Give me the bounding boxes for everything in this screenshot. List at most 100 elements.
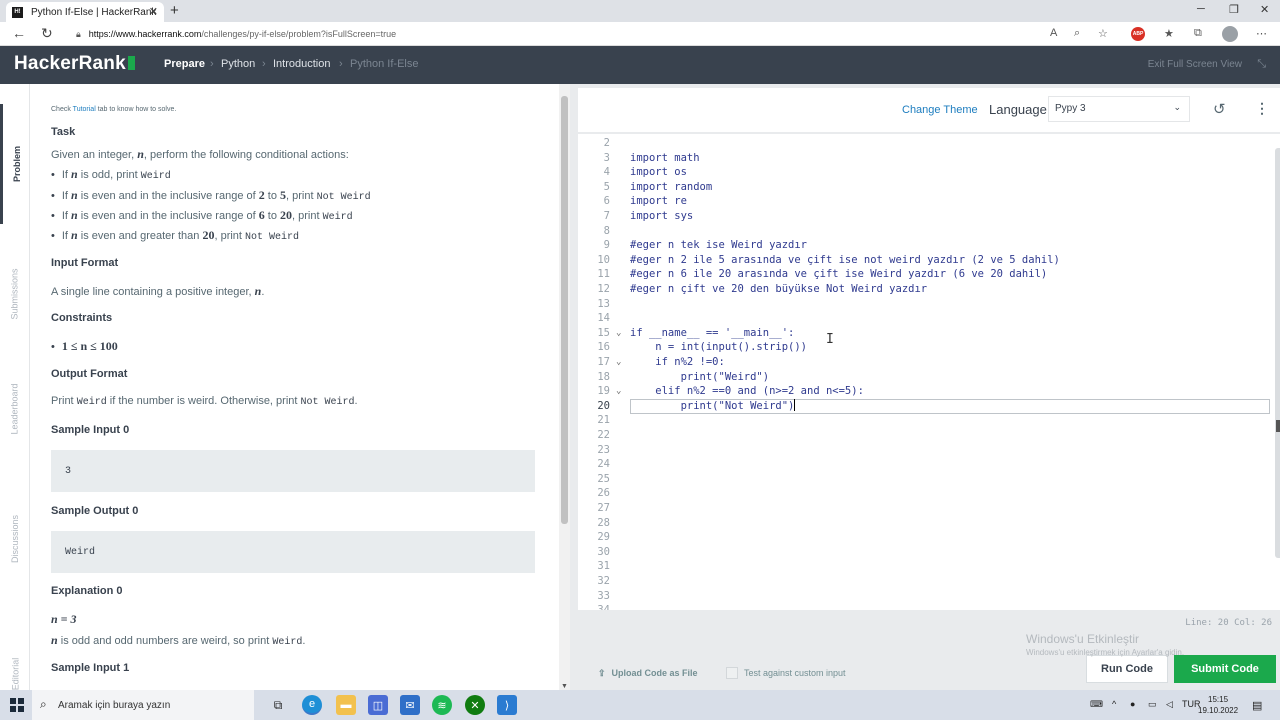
zoom-icon[interactable]: ⌕ <box>1074 27 1080 40</box>
code-line[interactable]: 13 <box>578 297 1268 312</box>
more-options-icon[interactable]: ⋮ <box>1255 100 1269 117</box>
code-line[interactable]: 21 <box>578 413 1268 428</box>
code-line[interactable]: 27 <box>578 501 1268 516</box>
breadcrumb-separator-icon: › <box>210 58 214 70</box>
history-icon[interactable]: ↺ <box>1213 100 1226 118</box>
code-line[interactable]: 31 <box>578 559 1268 574</box>
code-line[interactable]: 34 <box>578 603 1268 610</box>
window-close-icon[interactable]: ✕ <box>1260 3 1269 16</box>
code-line[interactable]: 32 <box>578 574 1268 589</box>
code-line[interactable]: 3 import math <box>578 151 1268 166</box>
profile-avatar[interactable] <box>1222 26 1238 42</box>
code-line[interactable]: 7 import sys <box>578 209 1268 224</box>
code-line[interactable]: 8 <box>578 224 1268 239</box>
code-text: #eger n 6 ile 20 arasında ve çift ise We… <box>630 268 1048 281</box>
scrollbar-thumb[interactable] <box>561 96 568 524</box>
edge-browser-icon[interactable]: e <box>302 695 322 715</box>
code-editor[interactable]: I 2 3 import math 4 import os 5 import random 6… <box>578 134 1280 610</box>
line-number: 33 <box>597 589 610 602</box>
custom-input-label[interactable]: Test against custom input <box>744 668 846 678</box>
code-line[interactable]: 2 <box>578 136 1268 151</box>
favorites-icon[interactable]: ★ <box>1164 27 1174 40</box>
tab-problem[interactable]: Problem <box>0 104 30 224</box>
code-line[interactable]: 29 <box>578 530 1268 545</box>
taskbar-search[interactable]: ⌕ Aramak için buraya yazın <box>32 690 254 720</box>
code-line[interactable]: 30 <box>578 545 1268 560</box>
breadcrumb-prepare[interactable]: Prepare <box>164 58 205 70</box>
task-view-icon[interactable]: ⧉ <box>268 695 288 715</box>
maximize-icon[interactable]: ❐ <box>1229 3 1239 16</box>
code-line[interactable]: 15 ⌄ if __name__ == '__main__': <box>578 326 1268 341</box>
exit-full-screen-link[interactable]: Exit Full Screen View <box>1148 59 1242 70</box>
xbox-icon[interactable]: ✕ <box>465 695 485 715</box>
code-text: print("Weird") <box>630 370 770 383</box>
reload-icon[interactable]: ↻ <box>41 25 53 42</box>
microphone-icon[interactable]: ● <box>1130 699 1135 709</box>
taskbar-clock[interactable]: 15:15 19.10.2022 <box>1198 694 1238 716</box>
code-line[interactable]: 4 import os <box>578 165 1268 180</box>
code-line[interactable]: 24 <box>578 457 1268 472</box>
code-line[interactable]: 12 #eger n çift ve 20 den büyükse Not Wei… <box>578 282 1268 297</box>
keyboard-icon[interactable]: ⌨ <box>1090 699 1103 710</box>
fold-toggle-icon[interactable]: ⌄ <box>616 326 621 341</box>
spotify-icon[interactable]: ≋ <box>432 695 452 715</box>
network-icon[interactable]: ▭ <box>1148 699 1157 710</box>
language-select[interactable]: Pypy 3 ⌄ <box>1048 96 1190 122</box>
read-aloud-icon[interactable]: A <box>1050 27 1057 39</box>
store-icon[interactable]: ◫ <box>368 695 388 715</box>
windows-start-icon[interactable] <box>10 698 24 712</box>
exit-full-screen-icon[interactable]: ⤡ <box>1257 58 1266 71</box>
url-bar[interactable]: 🔒︎ https://www.hackerrank.com /challenge… <box>76 25 1036 43</box>
notifications-icon[interactable]: ▤ <box>1252 699 1262 712</box>
code-line[interactable]: 9 #eger n tek ise Weird yazdır <box>578 238 1268 253</box>
rule-to: to <box>264 210 281 222</box>
code-line[interactable]: 25 <box>578 472 1268 487</box>
change-theme-link[interactable]: Change Theme <box>902 104 978 116</box>
code-line[interactable]: 11 #eger n 6 ile 20 arasında ve çift ise … <box>578 267 1268 282</box>
code-line[interactable]: 28 <box>578 516 1268 531</box>
minimize-icon[interactable]: ─ <box>1197 3 1205 15</box>
breadcrumb-introduction[interactable]: Introduction <box>273 58 330 70</box>
browser-menu-icon[interactable]: ⋯ <box>1256 27 1267 40</box>
breadcrumb-python[interactable]: Python <box>221 58 255 70</box>
new-tab-icon[interactable]: + <box>170 2 179 19</box>
tutorial-link[interactable]: Tutorial <box>73 106 96 113</box>
scroll-down-icon[interactable]: ▼ <box>561 683 568 690</box>
fold-toggle-icon[interactable]: ⌄ <box>616 355 621 370</box>
collections-icon[interactable]: ⧉ <box>1194 27 1202 40</box>
code-line[interactable]: 16 n = int(input().strip()) <box>578 340 1268 355</box>
tab-discussions[interactable]: Discussions <box>0 484 30 594</box>
back-icon[interactable]: ← <box>12 25 26 41</box>
code-line[interactable]: 26 <box>578 486 1268 501</box>
editor-scrollbar-thumb[interactable] <box>1275 148 1280 558</box>
submit-code-button[interactable]: Submit Code <box>1174 655 1276 683</box>
mail-icon[interactable]: ✉ <box>400 695 420 715</box>
code-line[interactable]: 20 print("Not Weird") <box>578 398 1270 414</box>
tray-chevron-icon[interactable]: ^ <box>1112 699 1116 709</box>
fold-toggle-icon[interactable]: ⌄ <box>616 384 621 399</box>
custom-input-checkbox[interactable] <box>726 667 738 679</box>
code-line[interactable]: 22 <box>578 428 1268 443</box>
favorite-add-icon[interactable]: ☆ <box>1098 27 1108 40</box>
file-explorer-icon[interactable]: ▬ <box>336 695 356 715</box>
tab-close-icon[interactable]: ✕ <box>149 5 158 18</box>
tab-submissions[interactable]: Submissions <box>0 234 30 354</box>
upload-code-button[interactable]: ⇪ Upload Code as File <box>598 668 698 679</box>
code-line[interactable]: 10 #eger n 2 ile 5 arasında ve çift ise n… <box>578 253 1268 268</box>
code-line[interactable]: 6 import re <box>578 194 1268 209</box>
code-line[interactable]: 23 <box>578 443 1268 458</box>
code-line[interactable]: 18 print("Weird") <box>578 370 1268 385</box>
tab-leaderboard[interactable]: Leaderboard <box>0 354 30 464</box>
code-line[interactable]: 33 <box>578 589 1268 604</box>
vscode-icon[interactable]: ⟩ <box>497 695 517 715</box>
code-line[interactable]: 14 <box>578 311 1268 326</box>
browser-tab[interactable]: H! Python If-Else | HackerRank ✕ <box>6 2 164 22</box>
hackerrank-logo[interactable]: HackerRank <box>14 53 135 75</box>
problem-scrollbar[interactable]: ▼ <box>559 84 570 690</box>
code-line[interactable]: 17 ⌄ if n%2 !=0: <box>578 355 1268 370</box>
code-line[interactable]: 5 import random <box>578 180 1268 195</box>
editor-scrollbar[interactable] <box>1274 148 1280 558</box>
adblock-extension-icon[interactable]: ABP <box>1131 27 1145 41</box>
volume-icon[interactable]: ◁ <box>1166 699 1173 710</box>
code-line[interactable]: 19 ⌄ elif n%2 ==0 and (n>=2 and n<=5): <box>578 384 1268 399</box>
